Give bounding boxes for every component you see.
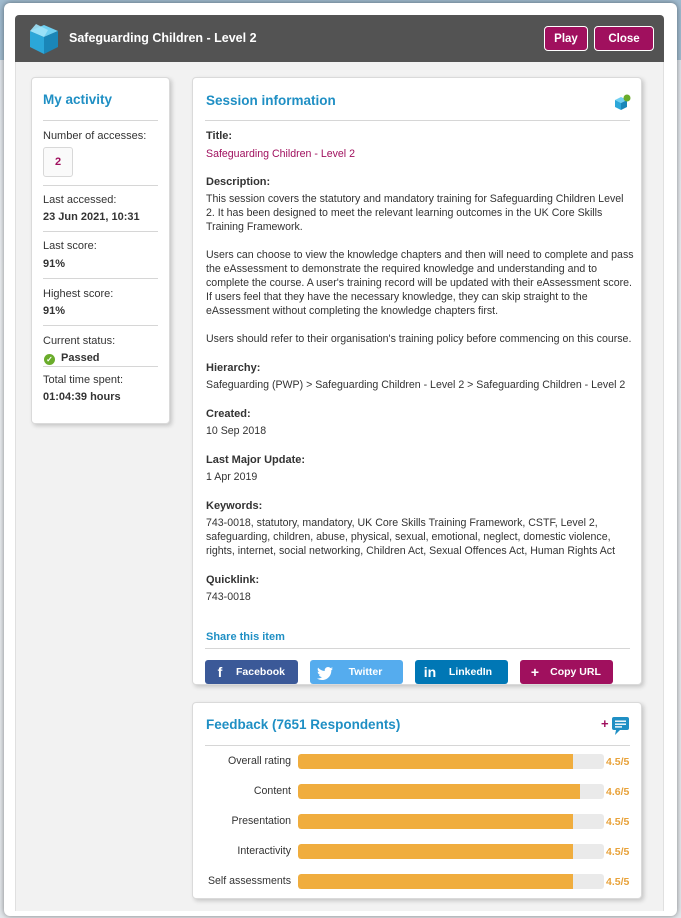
last-update-label: Last Major Update: xyxy=(206,454,306,466)
divider xyxy=(205,120,630,121)
quicklink-value: 743-0018 xyxy=(206,591,251,603)
description-paragraph-2: Users can choose to view the knowledge c… xyxy=(206,249,634,317)
last-accessed-value: 23 Jun 2021, 10:31 xyxy=(43,211,140,223)
rating-bar-fill xyxy=(298,844,574,859)
rating-bar-fill xyxy=(298,814,574,829)
twitter-icon xyxy=(314,664,336,680)
session-modal: Safeguarding Children - Level 2 Play Clo… xyxy=(4,3,677,916)
feedback-row: Interactivity 4.5/5 xyxy=(193,844,643,860)
feedback-card: Feedback (7651 Respondents) + Overall ra… xyxy=(192,702,642,899)
feedback-row: Self assessments 4.5/5 xyxy=(193,874,643,890)
divider xyxy=(43,185,158,186)
modal-header: Safeguarding Children - Level 2 Play Clo… xyxy=(15,15,664,62)
last-accessed-label: Last accessed: xyxy=(43,194,117,206)
feedback-row: Content 4.6/5 xyxy=(193,784,643,800)
facebook-share-button[interactable]: f Facebook xyxy=(205,660,298,684)
rating-score: 4.5/5 xyxy=(606,846,630,858)
facebook-label: Facebook xyxy=(235,666,285,678)
modal-title: Safeguarding Children - Level 2 xyxy=(69,31,257,45)
play-button[interactable]: Play xyxy=(544,26,588,51)
twitter-label: Twitter xyxy=(348,666,383,678)
rating-bar xyxy=(298,754,604,769)
rating-bar xyxy=(298,784,604,799)
feedback-row: Overall rating 4.5/5 xyxy=(193,754,643,770)
rating-bar xyxy=(298,844,604,859)
linkedin-share-button[interactable]: in LinkedIn xyxy=(415,660,508,684)
rating-score: 4.5/5 xyxy=(606,816,630,828)
feedback-row-label: Self assessments xyxy=(207,875,291,887)
course-box-icon xyxy=(30,24,58,54)
hierarchy-value: Safeguarding (PWP) > Safeguarding Childr… xyxy=(206,379,626,391)
feedback-row: Presentation 4.5/5 xyxy=(193,814,643,830)
linkedin-icon: in xyxy=(423,664,437,680)
created-label: Created: xyxy=(206,408,251,420)
svg-text:+: + xyxy=(601,716,609,731)
divider xyxy=(43,325,158,326)
accesses-count: 2 xyxy=(43,147,73,177)
rating-score: 4.5/5 xyxy=(606,876,630,888)
divider xyxy=(43,278,158,279)
last-update-value: 1 Apr 2019 xyxy=(206,471,258,483)
divider xyxy=(43,120,158,121)
time-label: Total time spent: xyxy=(43,374,124,386)
title-value: Safeguarding Children - Level 2 xyxy=(206,148,355,160)
status-value: Passed xyxy=(61,352,100,364)
copy-url-button[interactable]: + Copy URL xyxy=(520,660,613,684)
last-score-label: Last score: xyxy=(43,240,97,252)
divider xyxy=(205,745,630,746)
rating-bar-fill xyxy=(298,874,574,889)
check-icon: ✓ xyxy=(44,354,55,365)
quicklink-label: Quicklink: xyxy=(206,574,260,586)
rating-score: 4.5/5 xyxy=(606,756,630,768)
feedback-row-label: Presentation xyxy=(231,815,291,827)
my-activity-title: My activity xyxy=(43,92,113,107)
linkedin-label: LinkedIn xyxy=(448,666,493,678)
keywords-value: 743-0018, statutory, mandatory, UK Core … xyxy=(206,517,616,557)
hierarchy-label: Hierarchy: xyxy=(206,362,261,374)
feedback-title: Feedback (7651 Respondents) xyxy=(206,717,401,732)
my-activity-card: My activity Number of accesses: 2 Last a… xyxy=(31,77,170,424)
copy-url-label: Copy URL xyxy=(550,666,601,678)
close-button[interactable]: Close xyxy=(594,26,654,51)
rating-bar xyxy=(298,814,604,829)
rating-bar-fill xyxy=(298,754,574,769)
time-value: 01:04:39 hours xyxy=(43,391,121,403)
modal-body: My activity Number of accesses: 2 Last a… xyxy=(15,62,664,911)
highest-score-value: 91% xyxy=(43,305,66,317)
rating-score: 4.6/5 xyxy=(606,786,630,798)
keywords-label: Keywords: xyxy=(206,500,263,512)
description-paragraph-3: Users should refer to their organisation… xyxy=(206,333,632,345)
plus-icon: + xyxy=(530,664,540,680)
divider xyxy=(43,366,158,367)
share-this-item-link[interactable]: Share this item xyxy=(206,631,285,643)
created-value: 10 Sep 2018 xyxy=(206,425,267,437)
divider xyxy=(205,648,630,649)
completed-course-icon xyxy=(615,94,631,110)
rating-bar xyxy=(298,874,604,889)
feedback-row-label: Content xyxy=(253,785,291,797)
add-feedback-icon[interactable]: + xyxy=(601,716,631,736)
rating-bar-fill xyxy=(298,784,580,799)
session-info-card: Session information Title: Safeguarding … xyxy=(192,77,642,685)
status-label: Current status: xyxy=(43,335,116,347)
description-paragraph-1: This session covers the statutory and ma… xyxy=(206,193,624,233)
feedback-row-label: Interactivity xyxy=(237,845,291,857)
twitter-share-button[interactable]: Twitter xyxy=(310,660,403,684)
status-value-row: ✓ Passed xyxy=(43,352,100,365)
facebook-icon: f xyxy=(217,664,223,680)
session-info-title: Session information xyxy=(206,93,336,108)
description-label: Description: xyxy=(206,176,271,188)
divider xyxy=(43,231,158,232)
last-score-value: 91% xyxy=(43,258,66,270)
title-label: Title: xyxy=(206,130,233,142)
highest-score-label: Highest score: xyxy=(43,288,114,300)
accesses-label: Number of accesses: xyxy=(43,130,147,142)
feedback-row-label: Overall rating xyxy=(228,755,291,767)
